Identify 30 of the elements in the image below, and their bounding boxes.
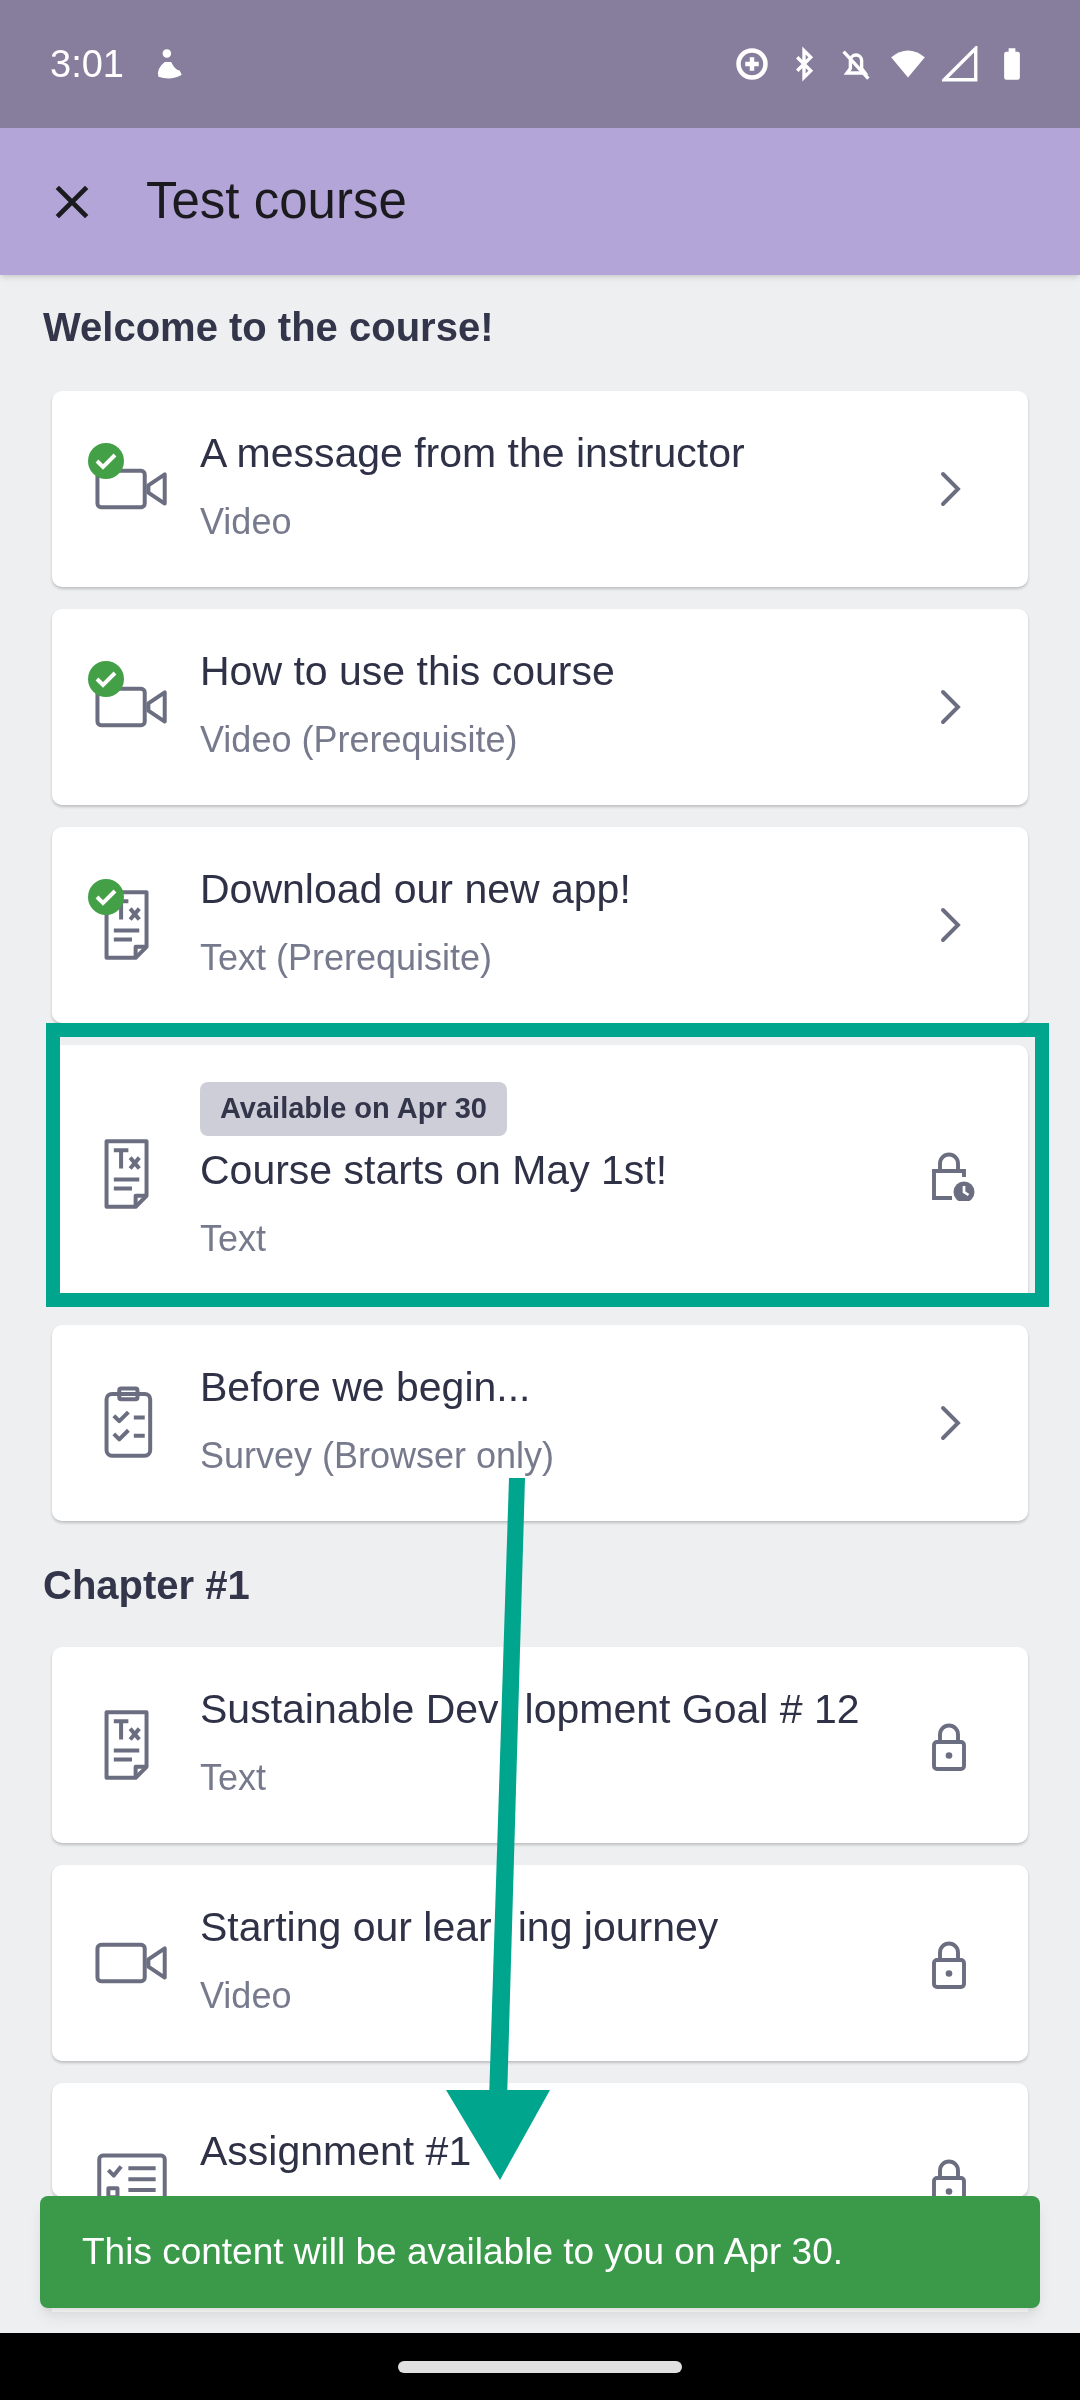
lesson-card[interactable]: A message from the instructor Video <box>52 391 1028 587</box>
lesson-type: Text <box>200 1756 268 1800</box>
lesson-type: Text (Prerequisite) <box>200 936 494 980</box>
lesson-title: Starting our lear <box>200 1903 492 1951</box>
availability-toast: This content will be available to you on Apr 30. <box>40 2196 1040 2308</box>
lesson-card[interactable]: Download our new app! Text (Prerequisite) <box>52 827 1028 1023</box>
lesson-type: Video <box>200 1974 293 2018</box>
lesson-type: Video (Prerequisite) <box>200 718 519 762</box>
lesson-title: Before we begin... <box>200 1363 531 1411</box>
section-heading: Chapter #1 <box>43 1562 251 1609</box>
clock-time: 3:01 <box>50 41 124 87</box>
screen-title: Test course <box>146 171 407 232</box>
lesson-card[interactable]: Assignment #1 <box>52 2083 1028 2197</box>
lesson-card[interactable]: Sustainable Dev lopment Goal # 12 Text <box>52 1647 1028 1843</box>
lesson-title: A message from the instructor <box>200 429 745 477</box>
lesson-title: How to use this course <box>200 647 615 695</box>
lesson-title: Course starts on May 1st! <box>200 1145 668 1194</box>
lesson-card[interactable]: How to use this course Video (Prerequisite) <box>52 609 1028 805</box>
lesson-type: Video <box>200 500 293 544</box>
availability-badge: Available on Apr 30 <box>200 1082 507 1136</box>
lesson-type: Text <box>200 1216 268 1261</box>
lesson-title: Assignment #1 <box>200 2127 472 2175</box>
lesson-type: Survey (Browser only) <box>200 1434 556 1478</box>
lesson-card[interactable]: Starting our lear ing journey Video <box>52 1865 1028 2061</box>
lesson-card[interactable]: Before we begin... Survey (Browser only) <box>52 1325 1028 1521</box>
lesson-title: ing journey <box>517 1903 719 1951</box>
lesson-title: Download our new app! <box>200 865 631 913</box>
lesson-title: Sustainable Dev <box>200 1685 499 1733</box>
lesson-title: lopment Goal # 12 <box>524 1685 860 1733</box>
section-heading: Welcome to the course! <box>43 304 495 351</box>
